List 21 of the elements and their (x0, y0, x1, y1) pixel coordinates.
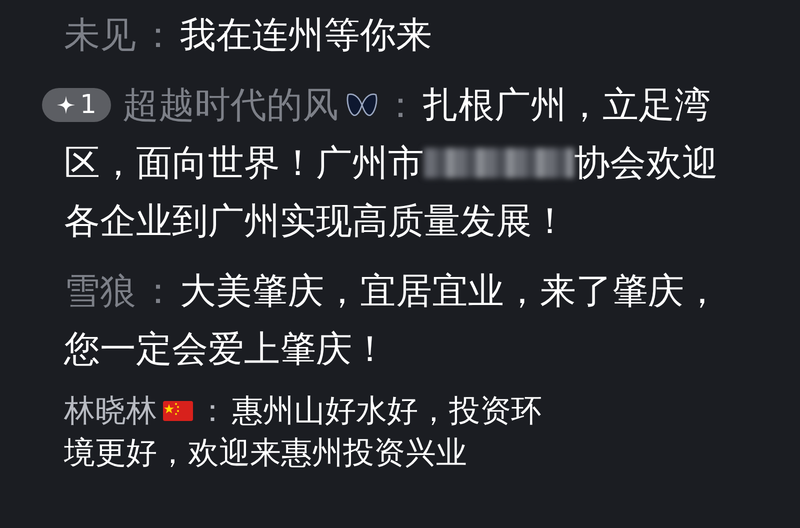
plus-one-badge: 1 (42, 88, 111, 122)
butterfly-icon (344, 92, 379, 118)
comment-text: 境更好，欢迎来惠州投资兴业 (64, 434, 467, 473)
colon-separator: ： (140, 14, 176, 58)
colon-separator: ： (382, 84, 419, 128)
comment-text: 您一定会爱上肇庆！ (64, 328, 388, 372)
comment-text: 区，面向世界！广州市 (64, 142, 424, 186)
comment-text: 各企业到广州实现高质量发展！ (64, 200, 568, 244)
username: 雪狼 (64, 270, 136, 314)
colon-separator: ： (140, 270, 176, 314)
flag-icon (163, 401, 193, 421)
comment-text: 协会欢迎 (574, 142, 718, 186)
username: 超越时代的风 (122, 84, 339, 128)
username: 未见 (64, 14, 136, 58)
username: 林晓林 (64, 392, 157, 431)
comment-text: 大美肇庆，宜居宜业，来了肇庆， (180, 270, 720, 314)
colon-separator: ： (197, 392, 228, 431)
sparkle-icon (56, 95, 76, 115)
comment-text: 惠州山好水好，投资环 (232, 392, 542, 431)
comment-text: 扎根广州，立足湾 (422, 84, 711, 128)
comment-text: 我在连州等你来 (180, 14, 432, 58)
